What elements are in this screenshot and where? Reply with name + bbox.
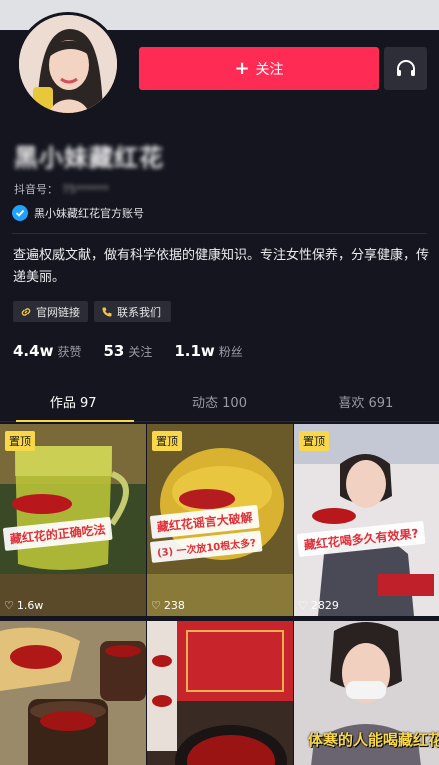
bio-text: 查遍权威文献，做有科学依据的健康知识。专注女性保养，分享健康，传递美丽。	[13, 248, 430, 285]
tab-works[interactable]: 作品 97	[0, 382, 146, 422]
thumbnail-image	[147, 621, 293, 765]
heart-icon: ♡	[4, 599, 14, 612]
website-link-chip[interactable]: 官网链接	[13, 301, 88, 322]
divider	[12, 233, 427, 234]
avatar[interactable]	[16, 12, 120, 116]
stat-following[interactable]: 53 关注	[103, 342, 152, 360]
video-thumbnail[interactable]: 置顶 藏红花的正确吃法 ♡ 1.6w	[0, 424, 146, 616]
stat-likes: 4.4w 获赞	[13, 342, 81, 360]
message-button[interactable]	[384, 47, 427, 90]
stat-label: 粉丝	[218, 345, 243, 359]
pinned-badge: 置顶	[5, 431, 35, 451]
pinned-badge: 置顶	[152, 431, 182, 451]
chip-label: 联系我们	[117, 305, 161, 319]
stats-row: 4.4w 获赞 53 关注 1.1w 粉丝	[13, 342, 265, 360]
thumbnail-image	[294, 424, 439, 616]
verified-check-icon	[12, 205, 28, 221]
video-thumbnail[interactable]: 置顶 藏红花谣言大破解 (3) 一次放10根太多? ♡ 238	[147, 424, 293, 616]
like-count-value: 238	[163, 599, 185, 612]
stat-value: 53	[103, 342, 125, 360]
video-caption: 体寒的人能喝藏红花吗?	[308, 731, 439, 749]
profile-panel: + 关注 黑小妹藏红花 抖音号： 75****** 黑小妹藏红花官方账号 查遍权…	[0, 12, 439, 765]
thumbnail-image	[0, 621, 146, 765]
video-grid: 置顶 藏红花的正确吃法 ♡ 1.6w 置顶 藏红花谣言大破解 (3) 一次放10…	[0, 424, 439, 765]
like-count: ♡ 2829	[298, 599, 339, 612]
video-thumbnail[interactable]: 置顶 藏红花喝多久有效果? ♡ 2829	[294, 424, 439, 616]
account-id: 75******	[62, 182, 109, 196]
video-thumbnail[interactable]: 体寒的人能喝藏红花吗?	[294, 621, 439, 765]
pinned-badge: 置顶	[299, 431, 329, 451]
stat-value: 1.1w	[174, 342, 215, 360]
like-count: ♡ 238	[151, 599, 185, 612]
stat-value: 4.4w	[13, 342, 54, 360]
avatar-image	[19, 15, 117, 113]
contact-us-chip[interactable]: 联系我们	[94, 301, 171, 322]
content-tabs: 作品 97 动态 100 喜欢 691	[0, 382, 439, 422]
phone-icon	[102, 307, 112, 316]
stat-label: 获赞	[57, 345, 82, 359]
video-thumbnail[interactable]	[147, 621, 293, 765]
heart-icon: ♡	[298, 599, 308, 612]
headset-icon	[396, 59, 415, 76]
like-count-value: 1.6w	[16, 599, 44, 612]
stat-followers[interactable]: 1.1w 粉丝	[174, 342, 242, 360]
heart-icon: ♡	[151, 599, 161, 612]
tab-activity[interactable]: 动态 100	[146, 382, 292, 421]
stat-label: 关注	[128, 345, 153, 359]
follow-label: 关注	[255, 61, 284, 78]
account-row: 抖音号： 75******	[14, 181, 109, 197]
chip-label: 官网链接	[36, 305, 80, 319]
like-count-value: 2829	[310, 599, 339, 612]
verified-row: 黑小妹藏红花官方账号	[12, 205, 144, 221]
follow-button[interactable]: + 关注	[139, 47, 379, 90]
like-count: ♡ 1.6w	[4, 599, 43, 612]
plus-icon: +	[234, 57, 250, 79]
account-label: 抖音号：	[14, 183, 58, 196]
link-icon	[21, 307, 31, 316]
video-thumbnail[interactable]	[0, 621, 146, 765]
tab-likes[interactable]: 喜欢 691	[293, 382, 439, 421]
nickname: 黑小妹藏红花	[14, 144, 164, 172]
verified-text: 黑小妹藏红花官方账号	[34, 207, 144, 220]
